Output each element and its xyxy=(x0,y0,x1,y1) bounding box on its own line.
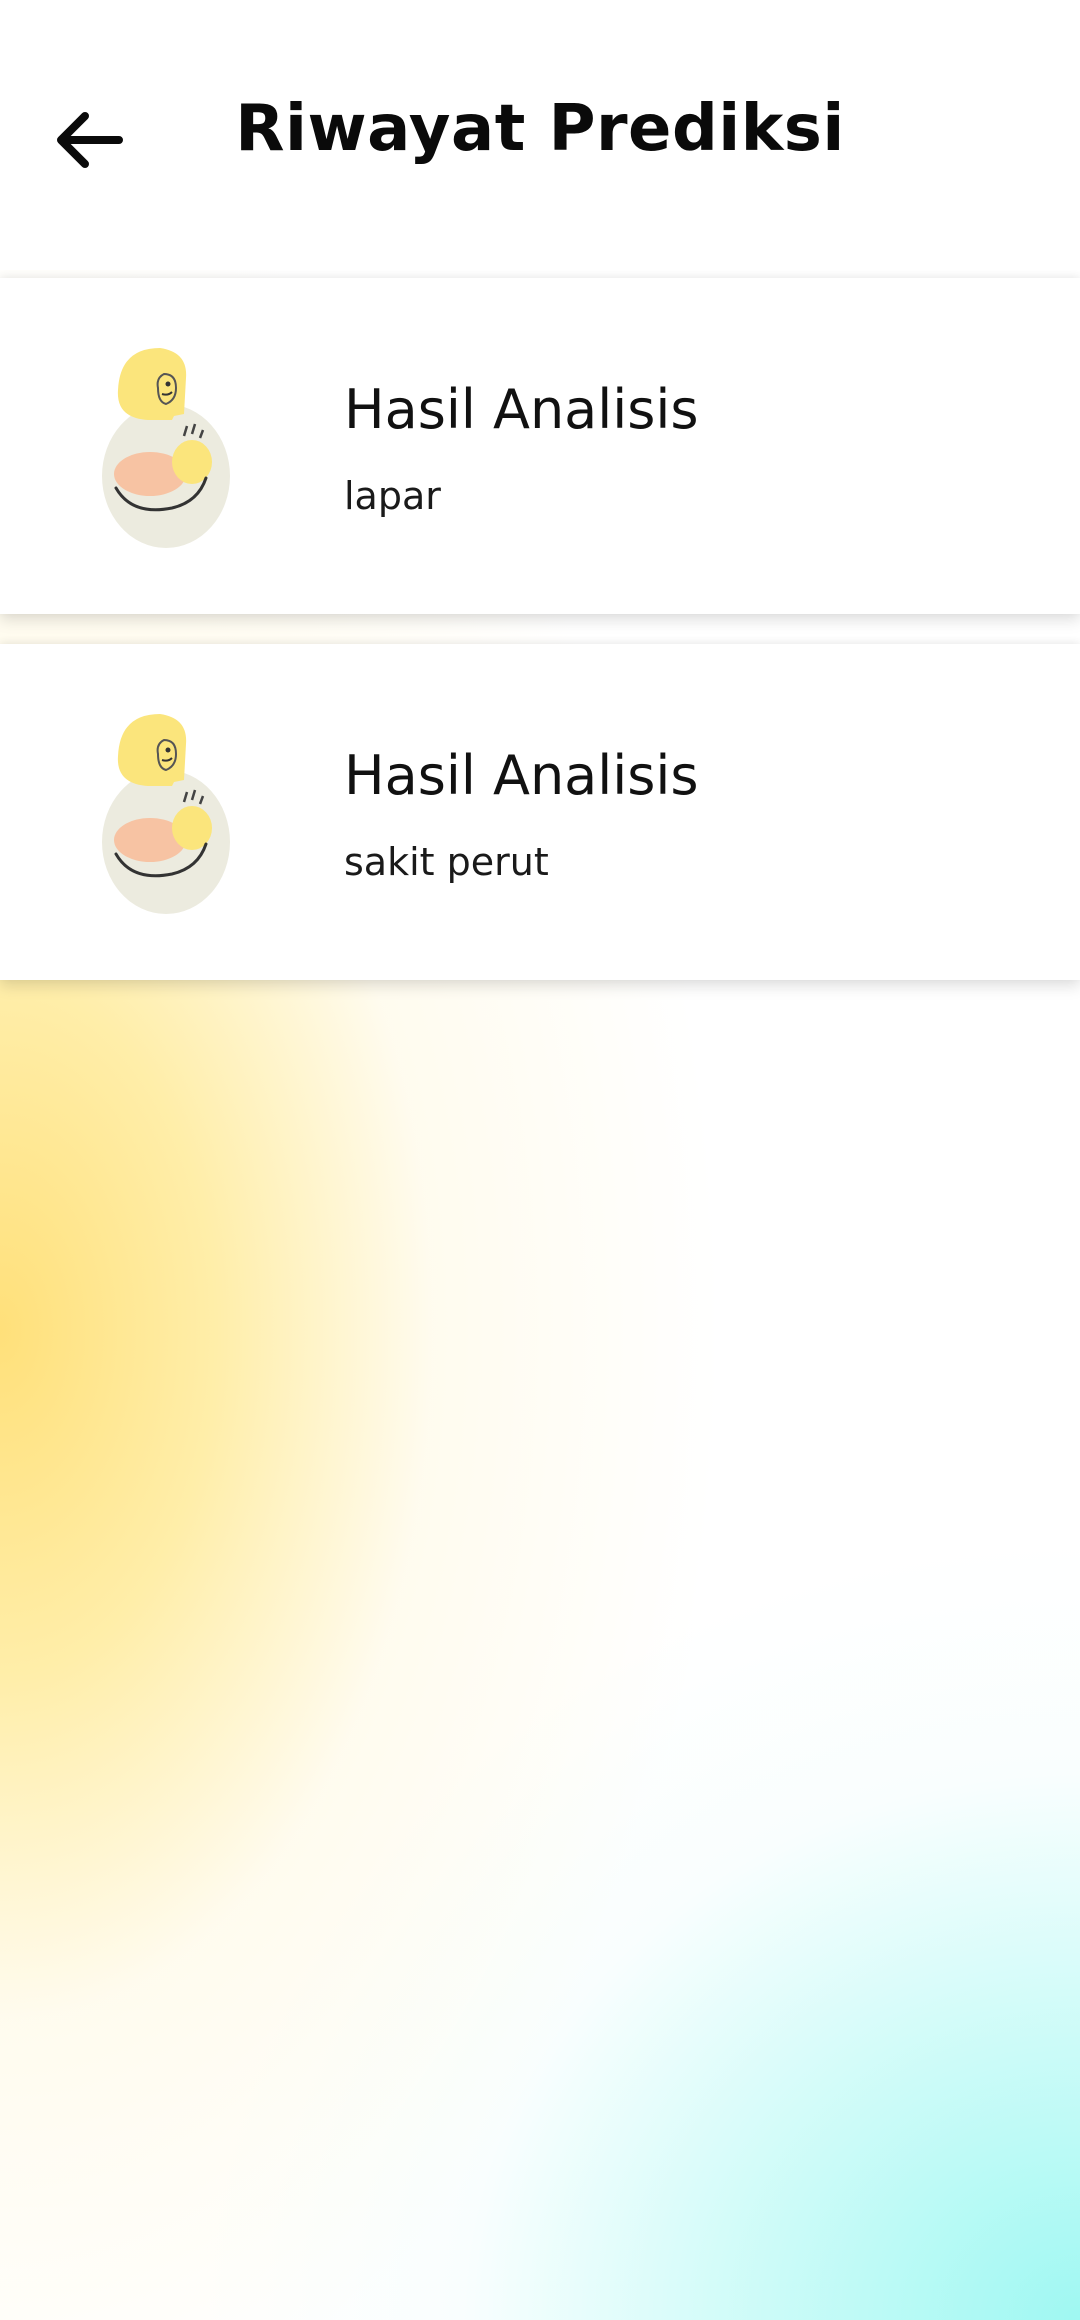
history-card[interactable]: Hasil Analisis sakit perut xyxy=(0,644,1080,980)
history-list: Hasil Analisis lapar Hasil Analisis saki… xyxy=(0,278,1080,1010)
page-title: Riwayat Prediksi xyxy=(235,92,845,166)
mother-baby-icon xyxy=(88,704,248,919)
history-card[interactable]: Hasil Analisis lapar xyxy=(0,278,1080,614)
prediction-result: lapar xyxy=(344,474,441,518)
mother-baby-icon xyxy=(88,338,248,553)
app-bar: Riwayat Prediksi xyxy=(0,0,1080,270)
card-title: Hasil Analisis xyxy=(344,378,699,441)
card-title: Hasil Analisis xyxy=(344,744,699,807)
prediction-result: sakit perut xyxy=(344,840,549,884)
